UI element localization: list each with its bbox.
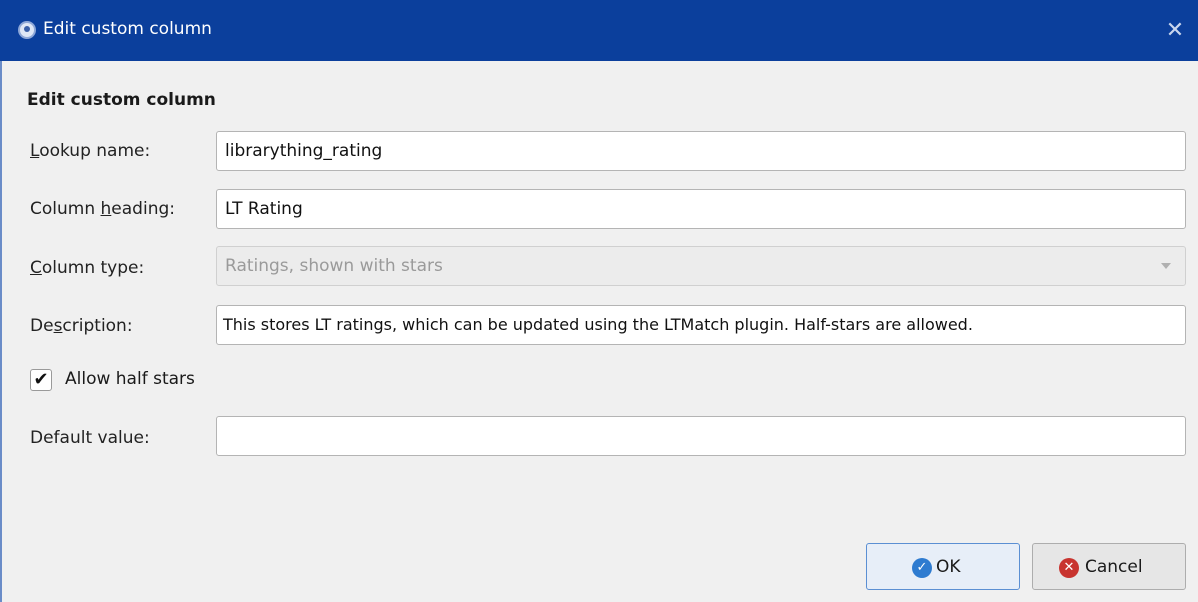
- column-heading-input[interactable]: LT Rating: [216, 189, 1186, 229]
- ok-button-label: OK: [936, 557, 961, 577]
- ok-check-icon: ✓: [912, 558, 932, 578]
- cancel-x-icon: ✕: [1059, 558, 1079, 578]
- description-label: Description:: [30, 316, 133, 336]
- column-type-label: Column type:: [30, 258, 145, 278]
- column-type-select[interactable]: Ratings, shown with stars: [216, 246, 1186, 286]
- lookup-name-label: Lookup name:: [30, 141, 151, 161]
- title-bar: Edit custom column ✕: [0, 0, 1198, 61]
- ok-button[interactable]: ✓ OK: [866, 543, 1020, 590]
- chevron-down-icon: [1161, 263, 1171, 269]
- description-input[interactable]: This stores LT ratings, which can be upd…: [216, 305, 1186, 345]
- column-heading-label: Column heading:: [30, 199, 175, 219]
- default-value-label: Default value:: [30, 428, 150, 448]
- close-icon[interactable]: ✕: [1160, 16, 1190, 46]
- lookup-name-input[interactable]: librarything_rating: [216, 131, 1186, 171]
- allow-half-stars-checkbox[interactable]: ✔: [30, 369, 52, 391]
- allow-half-stars-label[interactable]: Allow half stars: [65, 369, 195, 389]
- form-heading: Edit custom column: [27, 90, 216, 110]
- window-border: [0, 61, 2, 602]
- cancel-button[interactable]: ✕ Cancel: [1032, 543, 1186, 590]
- cancel-button-label: Cancel: [1085, 557, 1143, 577]
- default-value-input[interactable]: [216, 416, 1186, 456]
- window-title: Edit custom column: [43, 19, 212, 39]
- app-icon: [18, 21, 36, 39]
- column-type-value: Ratings, shown with stars: [225, 256, 443, 276]
